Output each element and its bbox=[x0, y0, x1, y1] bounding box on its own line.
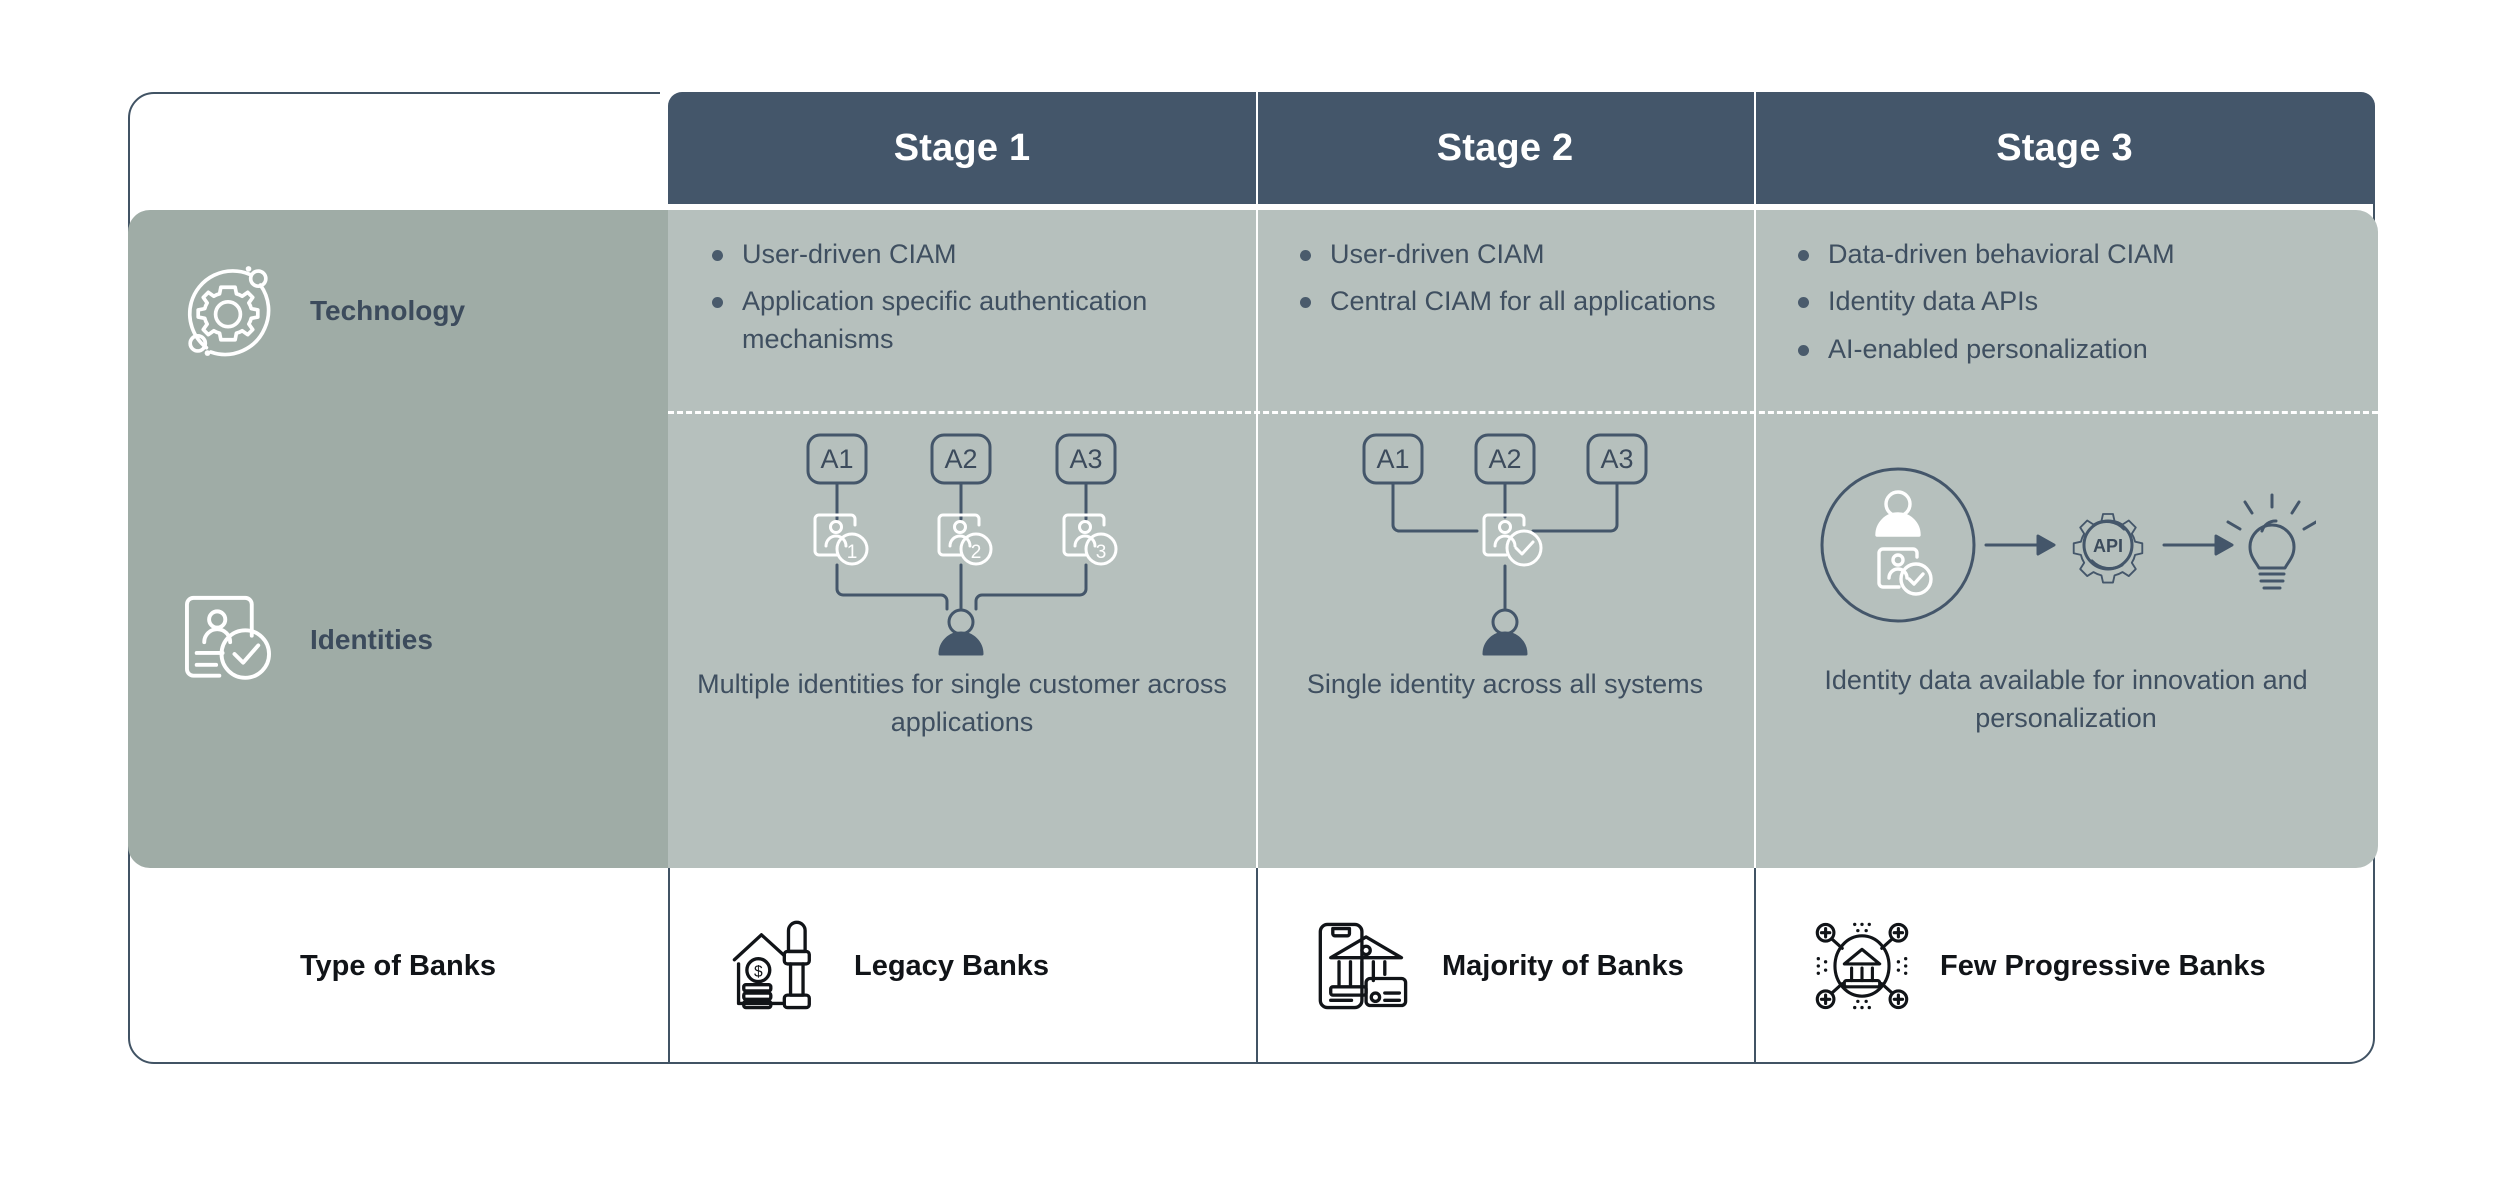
svg-text:1: 1 bbox=[847, 542, 858, 563]
list-item: Data-driven behavioral CIAM bbox=[1790, 236, 2364, 273]
id-card-check-icon bbox=[174, 586, 282, 694]
svg-text:A1: A1 bbox=[1376, 444, 1409, 474]
single-identity-diagram: A1 A2 A3 bbox=[1350, 429, 1660, 659]
list-item: Application specific authentication mech… bbox=[704, 283, 1242, 358]
matrix-body-panel: Technology Identities User-driven CIAM A… bbox=[128, 210, 2378, 868]
stage-2-identity-caption: Single identity across all systems bbox=[1306, 669, 1704, 699]
svg-text:A3: A3 bbox=[1600, 444, 1633, 474]
row-label-identities-text: Identities bbox=[310, 623, 433, 655]
svg-text:A1: A1 bbox=[820, 444, 853, 474]
list-item: User-driven CIAM bbox=[704, 236, 1242, 273]
house-money-gavel-icon: $ bbox=[724, 914, 828, 1018]
identity-data-flow-diagram: API bbox=[1816, 465, 2316, 625]
stage-header-2-label: Stage 2 bbox=[1436, 126, 1574, 169]
row-label-technology: Technology bbox=[128, 210, 668, 411]
diagram-root: Stage 1 Stage 2 Stage 3 Technology Ident… bbox=[0, 0, 2501, 1197]
mobile-bank-card-icon bbox=[1312, 914, 1416, 1018]
bank-label-stage-1: Legacy Banks bbox=[854, 949, 1050, 982]
row-label-column: Technology Identities bbox=[128, 210, 668, 868]
stage-1-identity-area: A1 A2 A3 1 2 3 Multiple identities for s… bbox=[668, 411, 1256, 868]
row-separator-dashed bbox=[668, 411, 2378, 414]
row-label-identities: Identities bbox=[128, 411, 668, 868]
stage-header-3-label: Stage 3 bbox=[1996, 126, 2133, 169]
bank-cell-stage-1: $ Legacy Banks bbox=[668, 868, 1256, 1064]
multiple-identities-diagram: A1 A2 A3 1 2 3 bbox=[772, 429, 1152, 659]
list-item: Central CIAM for all applications bbox=[1292, 283, 1740, 320]
row-label-technology-text: Technology bbox=[310, 294, 466, 326]
svg-text:3: 3 bbox=[1096, 542, 1107, 563]
stage-1-technology-list: User-driven CIAM Application specific au… bbox=[704, 236, 1242, 368]
svg-text:A2: A2 bbox=[944, 444, 977, 474]
bank-label-stage-3: Few Progressive Banks bbox=[1940, 949, 2266, 982]
stage-3-technology-list: Data-driven behavioral CIAM Identity dat… bbox=[1790, 236, 2364, 378]
stage-3-column: Data-driven behavioral CIAM Identity dat… bbox=[1754, 210, 2378, 868]
stage-1-column: User-driven CIAM Application specific au… bbox=[668, 210, 1256, 868]
stage-header-2: Stage 2 bbox=[1256, 92, 1754, 204]
stage-2-identity-area: A1 A2 A3 Single identity across all syst… bbox=[1256, 411, 1754, 868]
stage-header-band: Stage 1 Stage 2 Stage 3 bbox=[668, 92, 2375, 204]
gear-orbit-icon bbox=[174, 257, 282, 365]
list-item: User-driven CIAM bbox=[1292, 236, 1740, 273]
stage-header-3: Stage 3 bbox=[1754, 92, 2375, 204]
type-of-banks-label: Type of Banks bbox=[299, 949, 497, 982]
type-of-banks-row: Type of Banks $ Legacy Banks Majority of… bbox=[128, 868, 2378, 1064]
stage-header-1-label: Stage 1 bbox=[893, 126, 1031, 169]
connected-bank-network-icon bbox=[1810, 914, 1914, 1018]
stage-3-identity-caption: Identity data available for innovation a… bbox=[1824, 665, 2308, 734]
type-of-banks-label-cell: Type of Banks bbox=[128, 868, 668, 1064]
stage-columns: User-driven CIAM Application specific au… bbox=[668, 210, 2378, 868]
bank-cell-stage-3: Few Progressive Banks bbox=[1754, 868, 2378, 1064]
list-item: AI-enabled personalization bbox=[1790, 331, 2364, 368]
svg-text:$: $ bbox=[754, 963, 763, 980]
stage-1-identity-caption: Multiple identities for single customer … bbox=[697, 669, 1227, 738]
list-item: Identity data APIs bbox=[1790, 283, 2364, 320]
stage-3-identity-area: API Identity data available for innovati… bbox=[1754, 411, 2378, 868]
stage-2-column: User-driven CIAM Central CIAM for all ap… bbox=[1256, 210, 1754, 868]
stage-2-technology-list: User-driven CIAM Central CIAM for all ap… bbox=[1292, 236, 1740, 331]
stage-header-1: Stage 1 bbox=[668, 92, 1256, 204]
svg-text:2: 2 bbox=[971, 542, 982, 563]
svg-text:API: API bbox=[2093, 536, 2123, 556]
svg-text:A3: A3 bbox=[1069, 444, 1102, 474]
svg-text:A2: A2 bbox=[1488, 444, 1521, 474]
bank-cell-stage-2: Majority of Banks bbox=[1256, 868, 1754, 1064]
bank-label-stage-2: Majority of Banks bbox=[1442, 949, 1684, 982]
